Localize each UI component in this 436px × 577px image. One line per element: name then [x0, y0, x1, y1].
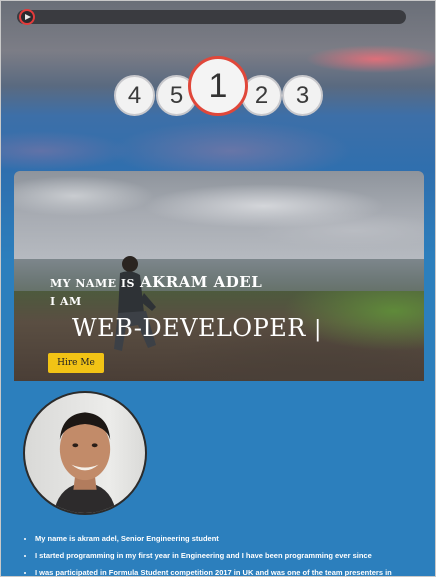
page-frame: 4 5 2 3 1 MY NAME IS AKRAM ADEL I AM WEB… [0, 0, 436, 577]
hero-sky-image [14, 171, 424, 266]
bio-item: My name is akram adel, Senior Engineerin… [35, 534, 435, 543]
page-circle-active[interactable]: 1 [188, 56, 248, 116]
page-circle-3[interactable]: 3 [282, 75, 323, 116]
person-photo [114, 256, 156, 351]
role-text: WEB-DEVELOPER [72, 314, 306, 342]
profile-photo [54, 412, 116, 513]
hero-name: AKRAM ADEL [140, 273, 263, 291]
intro-text: MY NAME IS [50, 277, 135, 290]
page-circle-4[interactable]: 4 [114, 75, 155, 116]
bio-list: My name is akram adel, Senior Engineerin… [23, 534, 435, 576]
audio-player-bar[interactable] [17, 10, 406, 24]
bio-item: I was participated in Formula Student co… [35, 568, 435, 576]
bio-item: I started programming in my first year i… [35, 551, 435, 560]
hero-role: WEB-DEVELOPER | [72, 314, 322, 342]
hero-intro-line: MY NAME IS AKRAM ADEL [50, 272, 262, 291]
iam-text: I AM [50, 295, 82, 308]
typing-cursor: | [313, 317, 322, 342]
hero-banner: MY NAME IS AKRAM ADEL I AM WEB-DEVELOPER… [14, 171, 424, 381]
play-icon[interactable] [19, 9, 35, 25]
profile-avatar [23, 391, 147, 515]
hire-me-button[interactable]: Hire Me [48, 353, 104, 373]
